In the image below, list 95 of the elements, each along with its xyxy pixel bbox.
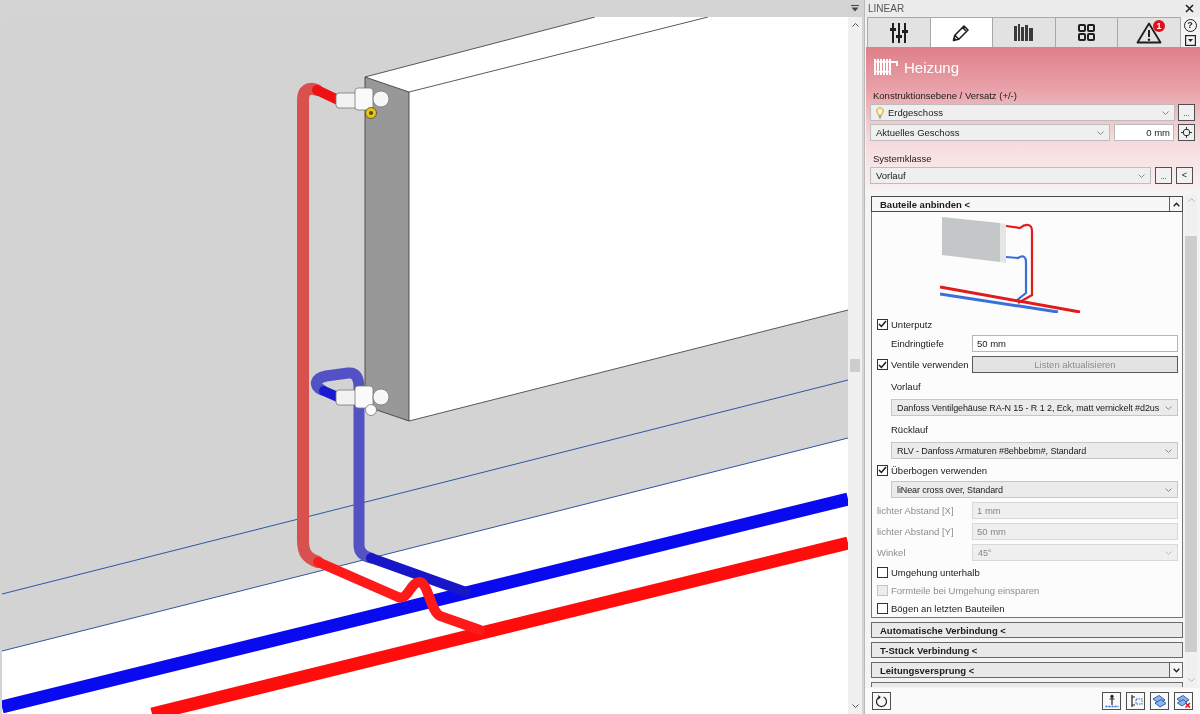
tab[interactable]: 1 [1117,17,1181,47]
checkbox-label: Formteile bei Umgehung einsparen [891,584,1040,596]
dropdown[interactable]: Vorlauf [870,167,1151,184]
dropdown[interactable]: RLV - Danfoss Armaturen #8ehbebm#, Standard [891,442,1178,459]
collapse-button[interactable] [1169,197,1182,211]
supply-main-pipe[interactable] [150,536,848,714]
chevron-down-icon [1165,448,1172,453]
field-label: Systemklasse [873,152,932,164]
lightbulb-icon [876,106,884,119]
field-label: Eindringtiefe [891,338,944,349]
return-pipe[interactable] [310,367,471,597]
checkmark-icon [878,466,887,474]
scrollbar-thumb[interactable] [850,359,860,372]
dropdown-menu-icon[interactable] [1184,35,1196,46]
grid-icon [1078,24,1096,41]
sliders-icon [889,22,908,43]
pipe-delete-icon [1176,694,1191,708]
section-title: Leitungsversprung < [879,664,975,676]
checkbox[interactable] [877,464,888,476]
section-header[interactable]: Automatische Verbindung < [871,622,1183,638]
browse-button[interactable]: ... [1155,167,1172,184]
riser-icon [1104,694,1119,708]
field-label: Rücklauf [891,423,928,435]
return-main-pipe[interactable] [2,492,848,714]
field-label: Winkel [877,547,906,558]
tab[interactable] [992,17,1056,47]
panel-title: LINEAR [868,3,905,14]
checkbox-label: Ventile verwenden [891,359,969,370]
tab[interactable] [929,17,994,47]
section-title: Automatische Verbindung < [879,624,1006,636]
notification-count: 1 [1152,20,1165,32]
dropdown[interactable]: Erdgeschoss [870,104,1175,121]
close-icon[interactable] [1185,4,1194,13]
chevron-up-icon[interactable] [851,23,859,27]
refresh-icon [875,694,888,708]
collapse-button[interactable]: < [1176,167,1193,184]
supply-pipe[interactable] [297,82,485,635]
field-label: Vorlauf [891,380,921,392]
checkbox-label: Bögen an letzten Bauteilen [891,602,1005,614]
section-header[interactable]: T-Stück Verbindung < [871,642,1183,658]
pick-button[interactable] [1178,124,1195,141]
refresh-button[interactable] [872,692,891,710]
vertical-scrollbar[interactable] [848,17,862,714]
section-header[interactable]: Leitungsversprung < [871,662,1183,678]
bracket-icon [1128,694,1143,708]
chevron-down-icon [1165,405,1172,410]
offset-field[interactable]: 0 mm [1114,124,1174,141]
dropdown-icon[interactable] [851,5,859,12]
expand-button[interactable] [1169,663,1182,677]
checkbox[interactable] [877,318,888,330]
chevron-down-icon [1138,173,1145,178]
field-label: Konstruktionsebene / Versatz (+/-) [873,89,1017,101]
chevron-down-icon [1165,550,1172,555]
checkmark-icon [878,360,887,369]
checkmark-icon [878,320,887,328]
checkbox[interactable] [877,359,888,370]
caret-up-icon [1172,201,1180,207]
valve[interactable] [335,385,390,416]
dropdown[interactable]: Aktuelles Geschoss [870,124,1110,141]
toolbar-button[interactable] [1150,692,1169,710]
caret-down-icon [1172,667,1180,673]
section-title: Bauteile anbinden < [879,198,970,210]
chevron-down-icon[interactable] [851,704,859,708]
checkbox[interactable] [877,566,888,578]
field-label: lichter Abstand [X] [877,505,954,516]
section-header[interactable]: Bauteile anbinden < [871,196,1183,212]
toolbar-button[interactable] [1174,692,1193,710]
chevron-down-icon [1162,110,1169,115]
toolbar-button[interactable] [1102,692,1121,710]
dropdown[interactable]: liNear cross over, Standard [891,481,1178,498]
chevron-down-icon [1165,487,1172,492]
section-title: T-Stück Verbindung < [879,644,978,656]
checkbox-label: Überbogen verwenden [891,464,988,476]
pipe-icon [1152,694,1167,708]
dropdown[interactable]: Danfoss Ventilgehäuse RA-N 15 - R 1 2, Eck, matt vernickelt #d2us [891,399,1178,416]
books-icon [1014,24,1034,41]
section-header[interactable] [871,682,1183,687]
warning-icon [1136,21,1163,44]
radiator-icon [874,59,898,75]
checkbox-label: Umgehung unterhalb [891,566,980,578]
text-field[interactable]: 50 mm [972,335,1178,352]
pencil-icon [952,23,971,42]
chevron-down-icon [1097,130,1104,135]
checkbox-label: Unterputz [891,318,933,330]
checkbox[interactable] [877,602,888,614]
toolbar-button[interactable] [1126,692,1145,710]
browse-button[interactable]: ... [1178,104,1195,121]
crosshair-icon [1181,127,1192,138]
vertical-scrollbar[interactable] [1185,195,1197,688]
tab[interactable] [867,17,931,47]
field-label: lichter Abstand [Y] [877,526,954,537]
tab[interactable] [1054,17,1119,47]
scrollbar-thumb[interactable] [1185,236,1197,652]
panel-heading: Heizung [904,58,960,76]
valve[interactable] [335,87,390,119]
